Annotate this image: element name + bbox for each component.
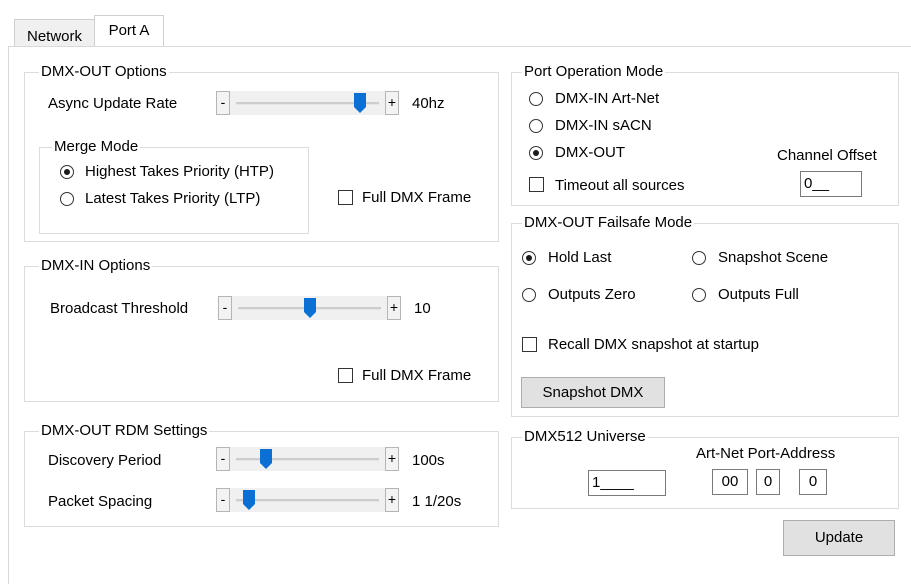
- async-rate-increase-button[interactable]: +: [385, 91, 399, 115]
- async-rate-value: 40hz: [412, 95, 445, 112]
- universe-title: DMX512 Universe: [524, 428, 646, 445]
- packet-decrease-button[interactable]: -: [216, 488, 230, 512]
- async-rate-slider-thumb[interactable]: [354, 93, 366, 113]
- update-button[interactable]: Update: [783, 520, 895, 556]
- tab-port-a-label: Port A: [108, 22, 150, 39]
- outputs-zero-radio[interactable]: [522, 288, 536, 302]
- timeout-all-sources-label: Timeout all sources: [555, 177, 685, 194]
- discovery-slider[interactable]: [230, 447, 385, 471]
- packet-spacing-label: Packet Spacing: [48, 493, 153, 510]
- timeout-all-sources-checkbox[interactable]: [529, 177, 544, 192]
- dmx-in-artnet-radio[interactable]: [529, 92, 543, 106]
- tab-strip: Network Port A: [0, 0, 911, 48]
- snapshot-dmx-button[interactable]: Snapshot DMX: [521, 377, 665, 408]
- ltp-label: Latest Takes Priority (LTP): [85, 190, 261, 207]
- in-full-dmx-frame-checkbox[interactable]: [338, 368, 353, 383]
- hold-last-label: Hold Last: [548, 249, 612, 266]
- dmx-out-options-title: DMX-OUT Options: [41, 63, 167, 80]
- htp-radio[interactable]: [60, 165, 74, 179]
- outputs-zero-label: Outputs Zero: [548, 286, 636, 303]
- packet-value: 1 1/20s: [412, 493, 462, 510]
- packet-slider[interactable]: [230, 488, 385, 512]
- dmx-in-sacn-label: DMX-IN sACN: [555, 117, 652, 134]
- broadcast-slider[interactable]: [232, 296, 387, 320]
- outputs-full-radio[interactable]: [692, 288, 706, 302]
- broadcast-value: 10: [414, 300, 431, 317]
- dmx-in-options-title: DMX-IN Options: [41, 257, 151, 274]
- recall-snapshot-checkbox[interactable]: [522, 337, 537, 352]
- dmx-in-sacn-radio[interactable]: [529, 119, 543, 133]
- broadcast-threshold-label: Broadcast Threshold: [50, 300, 189, 317]
- dmx-out-label: DMX-OUT: [555, 144, 625, 161]
- async-rate-slider[interactable]: [230, 91, 385, 115]
- htp-label: Highest Takes Priority (HTP): [85, 163, 274, 180]
- hold-last-radio[interactable]: [522, 251, 536, 265]
- rdm-settings-title: DMX-OUT RDM Settings: [41, 422, 208, 439]
- snapshot-scene-label: Snapshot Scene: [718, 249, 829, 266]
- recall-snapshot-label: Recall DMX snapshot at startup: [548, 336, 759, 353]
- async-update-rate-label: Async Update Rate: [48, 95, 178, 112]
- universe-group: DMX512 Universe: [511, 429, 899, 509]
- discovery-increase-button[interactable]: +: [385, 447, 399, 471]
- broadcast-decrease-button[interactable]: -: [218, 296, 232, 320]
- merge-mode-title: Merge Mode: [54, 138, 139, 155]
- channel-offset-label: Channel Offset: [777, 147, 877, 164]
- port-operation-title: Port Operation Mode: [524, 63, 664, 80]
- channel-offset-input[interactable]: 0__: [800, 171, 862, 197]
- dmx-out-radio[interactable]: [529, 146, 543, 160]
- async-rate-decrease-button[interactable]: -: [216, 91, 230, 115]
- discovery-slider-thumb[interactable]: [260, 449, 272, 469]
- discovery-value: 100s: [412, 452, 445, 469]
- failsafe-title: DMX-OUT Failsafe Mode: [524, 214, 693, 231]
- merge-mode-group: Merge Mode: [39, 139, 309, 234]
- universe-input[interactable]: 1____: [588, 470, 666, 496]
- artnet-net-input[interactable]: 00: [712, 469, 748, 495]
- packet-increase-button[interactable]: +: [385, 488, 399, 512]
- tab-network[interactable]: Network: [14, 19, 95, 47]
- artnet-universe-input[interactable]: 0: [799, 469, 827, 495]
- artnet-subnet-input[interactable]: 0: [756, 469, 780, 495]
- outputs-full-label: Outputs Full: [718, 286, 799, 303]
- discovery-period-label: Discovery Period: [48, 452, 162, 469]
- artnet-port-address-label: Art-Net Port-Address: [696, 445, 836, 462]
- out-full-dmx-frame-label: Full DMX Frame: [362, 189, 472, 206]
- snapshot-scene-radio[interactable]: [692, 251, 706, 265]
- broadcast-slider-thumb[interactable]: [304, 298, 316, 318]
- tab-network-label: Network: [26, 28, 82, 45]
- ltp-radio[interactable]: [60, 192, 74, 206]
- in-full-dmx-frame-label: Full DMX Frame: [362, 367, 472, 384]
- dmx-in-artnet-label: DMX-IN Art-Net: [555, 90, 660, 107]
- discovery-decrease-button[interactable]: -: [216, 447, 230, 471]
- packet-slider-thumb[interactable]: [243, 490, 255, 510]
- out-full-dmx-frame-checkbox[interactable]: [338, 190, 353, 205]
- tab-port-a[interactable]: Port A: [94, 15, 164, 48]
- broadcast-increase-button[interactable]: +: [387, 296, 401, 320]
